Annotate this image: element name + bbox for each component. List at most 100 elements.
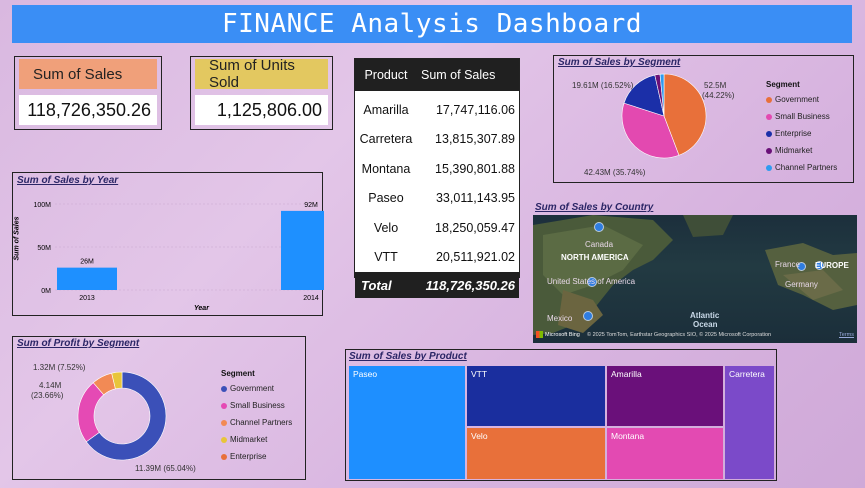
map-label-atlantic: Atlantic xyxy=(690,311,720,320)
treemap-tile-velo[interactable]: Velo xyxy=(467,428,605,479)
pie-legend: Segment Government Small Business Enterpri… xyxy=(766,80,837,176)
sales-by-year-chart[interactable]: Sum of Sales by Year 100M 50M 0M 26M 2013 92M… xyxy=(12,172,324,316)
pie-legend-item[interactable]: Government xyxy=(766,91,837,108)
cell-product: VTT xyxy=(374,250,398,265)
legend-dot-icon xyxy=(766,164,772,171)
treemap-tile-montana[interactable]: Montana xyxy=(607,428,723,479)
treemap-tile-carretera[interactable]: Carretera xyxy=(725,366,774,479)
table-row[interactable]: Carretera 13,815,307.89 xyxy=(355,125,519,155)
y-tick-label: 100M xyxy=(33,202,51,209)
pie-legend-label: Small Business xyxy=(775,112,830,121)
legend-dot-icon xyxy=(766,96,772,103)
cell-product: Carretera xyxy=(359,132,413,147)
pie-chart xyxy=(621,73,707,159)
map-label-usa: United States of America xyxy=(547,277,636,286)
x-tick-label: 2013 xyxy=(79,295,95,302)
bar-2014[interactable] xyxy=(281,210,324,290)
donut-label-small-business: 4.14M xyxy=(39,381,62,390)
map-marker-canada[interactable] xyxy=(594,222,604,232)
legend-dot-icon xyxy=(766,130,772,137)
donut-label-small-business-pct: (23.66%) xyxy=(31,391,64,400)
product-sales-table[interactable]: Product Sum of Sales Amarilla 17,747,116.… xyxy=(354,58,520,298)
sales-by-product-treemap[interactable]: Sum of Sales by Product Paseo VTT Velo A… xyxy=(345,349,777,481)
pie-legend-label: Government xyxy=(775,95,820,104)
pie-legend-item[interactable]: Channel Partners xyxy=(766,159,837,176)
cell-sales: 15,390,801.88 xyxy=(435,161,515,176)
y-tick-label: 50M xyxy=(37,245,51,252)
sales-card-label: Sum of Sales xyxy=(19,59,157,89)
total-label: Total xyxy=(361,277,392,293)
map-label-mexico: Mexico xyxy=(547,314,573,323)
map-label-canada: Canada xyxy=(585,240,614,249)
cell-sales: 33,011,143.95 xyxy=(435,191,515,206)
sales-by-segment-pie[interactable]: Sum of Sales by Segment 19.61M (16.52%) … xyxy=(553,55,854,183)
bar-ylabel: Sum of Sales xyxy=(13,216,21,261)
donut-legend-item[interactable]: Government xyxy=(221,380,292,397)
donut-label-midmarket: 1.32M (7.52%) xyxy=(33,363,86,372)
map-credits: © 2025 TomTom, Earthstar Geographics SIO… xyxy=(587,332,772,338)
donut-legend: Segment Government Small Business Channel … xyxy=(221,369,292,465)
pie-label-gov-pct: (44.22%) xyxy=(702,91,735,100)
map-label-france: France xyxy=(775,260,800,269)
pie-label-gov: 52.5M xyxy=(704,81,727,90)
pie-legend-item[interactable]: Enterprise xyxy=(766,125,837,142)
table-row[interactable]: Amarilla 17,747,116.06 xyxy=(355,95,519,125)
bar-data-label: 26M xyxy=(80,259,94,266)
bing-logo: Microsoft Bing xyxy=(536,331,580,338)
map-marker-mexico[interactable] xyxy=(583,311,593,321)
legend-dot-icon xyxy=(766,113,772,120)
map-label-germany: Germany xyxy=(785,280,818,289)
dashboard-title: FINANCE Analysis Dashboard xyxy=(12,5,852,43)
pie-legend-item[interactable]: Small Business xyxy=(766,108,837,125)
map-terms-link[interactable]: Terms xyxy=(839,332,854,338)
map-label-ocean: Ocean xyxy=(693,320,718,329)
table-body: Amarilla 17,747,116.06 Carretera 13,815,307… xyxy=(355,91,519,272)
pie-legend-label: Enterprise xyxy=(775,129,812,138)
donut-legend-item[interactable]: Enterprise xyxy=(221,448,292,465)
pie-label-sb: 42.43M (35.74%) xyxy=(584,168,646,177)
treemap-tile-amarilla[interactable]: Amarilla xyxy=(607,366,723,426)
bar-chart: 100M 50M 0M 26M 2013 92M 2014 xyxy=(33,202,324,302)
units-card-value: 1,125,806.00 xyxy=(195,95,328,125)
legend-dot-icon xyxy=(221,453,227,460)
bar-2013[interactable] xyxy=(57,267,117,290)
units-card[interactable]: Sum of Units Sold 1,125,806.00 xyxy=(190,56,333,130)
pie-legend-label: Midmarket xyxy=(775,146,813,155)
donut-legend-item[interactable]: Midmarket xyxy=(221,431,292,448)
map-label-north-america: NORTH AMERICA xyxy=(561,253,629,262)
donut-legend-label: Government xyxy=(230,384,275,393)
cell-sales: 17,747,116.06 xyxy=(435,102,515,117)
table-row[interactable]: Montana 15,390,801.88 xyxy=(355,154,519,184)
treemap-tile-paseo[interactable]: Paseo xyxy=(349,366,465,479)
pie-legend-label: Channel Partners xyxy=(775,163,838,172)
table-row[interactable]: Paseo 33,011,143.95 xyxy=(355,184,519,214)
donut-legend-label: Midmarket xyxy=(230,435,268,444)
cell-product: Paseo xyxy=(368,191,404,206)
map-title: Sum of Sales by Country xyxy=(535,202,654,213)
header-sales[interactable]: Sum of Sales xyxy=(417,68,519,82)
x-tick-label: 2014 xyxy=(303,295,319,302)
donut-legend-item[interactable]: Channel Partners xyxy=(221,414,292,431)
donut-legend-label: Small Business xyxy=(230,401,285,410)
sales-by-country-map[interactable]: Canada NORTH AMERICA United States of Am… xyxy=(533,215,857,343)
donut-legend-item[interactable]: Small Business xyxy=(221,397,292,414)
table-row[interactable]: Velo 18,250,059.47 xyxy=(355,213,519,243)
bing-brand: Microsoft Bing xyxy=(545,331,580,338)
pie-label-ent: 19.61M (16.52%) xyxy=(572,81,634,90)
donut-legend-label: Enterprise xyxy=(230,452,267,461)
legend-dot-icon xyxy=(221,402,227,409)
bar-xlabel: Year xyxy=(194,305,209,312)
donut-chart xyxy=(77,371,167,461)
treemap-tile-vtt[interactable]: VTT xyxy=(467,366,605,426)
profit-by-segment-donut[interactable]: Sum of Profit by Segment 1.32M (7.52%) 4… xyxy=(12,336,306,480)
cell-product: Montana xyxy=(361,161,411,176)
table-row[interactable]: VTT 20,511,921.02 xyxy=(355,243,519,273)
total-value: 118,726,350.26 xyxy=(425,277,515,293)
pie-legend-item[interactable]: Midmarket xyxy=(766,142,837,159)
pie-legend-title: Segment xyxy=(766,80,800,89)
sales-card[interactable]: Sum of Sales 118,726,350.26 xyxy=(14,56,162,130)
legend-dot-icon xyxy=(766,147,772,154)
map-label-europe: EUROPE xyxy=(815,261,849,270)
legend-dot-icon xyxy=(221,436,227,443)
header-product[interactable]: Product xyxy=(355,68,417,82)
